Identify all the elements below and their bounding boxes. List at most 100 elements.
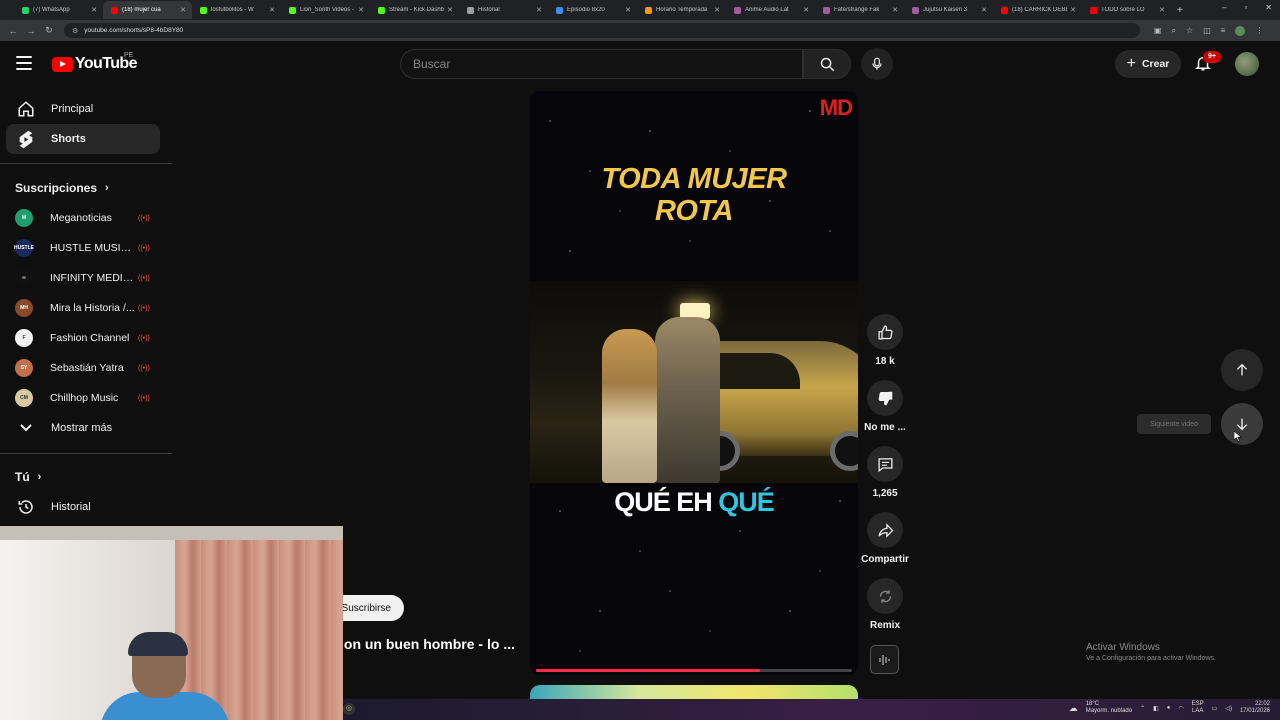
create-button[interactable]: + Crear [1115, 50, 1181, 78]
browser-tab[interactable]: (7) WhatsApp ✕ [14, 1, 103, 19]
tab-close-icon[interactable]: ✕ [981, 6, 987, 14]
tab-close-icon[interactable]: ✕ [1159, 6, 1165, 14]
browser-tab[interactable]: Lion_Sonth Videos - ✕ [281, 1, 370, 19]
tab-label: Episodio 8x20 [567, 7, 605, 13]
wifi-icon[interactable]: ◠ [1178, 705, 1183, 712]
short-video-player[interactable]: MD TODA MUJER ROTA QUÉ EH QUÉ [530, 91, 858, 675]
next-video-button[interactable] [1221, 403, 1263, 445]
video-progress-bar[interactable] [536, 669, 852, 672]
zoom-icon[interactable]: ⌕ [1172, 26, 1176, 36]
browser-tab[interactable]: Episodio 8x20 ✕ [548, 1, 637, 19]
browser-tab[interactable]: Horario Temporada ✕ [637, 1, 726, 19]
browser-tab[interactable]: Jujutsu Kaisen 3 ✕ [904, 1, 993, 19]
tab-close-icon[interactable]: ✕ [269, 6, 275, 14]
next-short-preview[interactable] [530, 685, 858, 699]
remix-action: Remix [866, 578, 904, 631]
tabs-container: (7) WhatsApp ✕ (18) mujer cua ✕ losfutbolito… [14, 1, 1171, 19]
volume-icon[interactable]: ◁) [1225, 705, 1232, 712]
search-input[interactable] [401, 50, 802, 78]
menu-icon[interactable] [16, 56, 32, 70]
subscription-channel-item[interactable]: ∞ INFINITY MEDIA ... ((•)) [6, 263, 160, 293]
previous-video-button[interactable] [1221, 349, 1263, 391]
new-tab-icon[interactable]: + [1177, 5, 1183, 16]
tab-close-icon[interactable]: ✕ [536, 6, 542, 14]
site-info-icon[interactable]: ⚙ [72, 27, 78, 35]
dislike-label: No me ... [864, 422, 906, 433]
browser-tab[interactable]: losfutbolitos - W ✕ [192, 1, 281, 19]
tab-close-icon[interactable]: ✕ [714, 6, 720, 14]
account-avatar[interactable] [1235, 52, 1259, 76]
youtube-logo[interactable]: YouTube PE [52, 52, 137, 73]
tab-close-icon[interactable]: ✕ [625, 6, 631, 14]
you-heading[interactable]: Tú › [15, 470, 41, 484]
maximize-icon[interactable]: ▫ [1244, 3, 1247, 12]
show-more-button[interactable]: Mostrar más [6, 413, 160, 443]
tab-close-icon[interactable]: ✕ [358, 6, 364, 14]
language-indicator[interactable]: ESP LAA [1192, 701, 1204, 715]
subscription-channel-item[interactable]: CM Chillhop Music ((•)) [6, 383, 160, 413]
remix-button[interactable] [867, 578, 903, 614]
browser-tab[interactable]: Stream - Kick Dashb ✕ [370, 1, 459, 19]
subscriptions-heading[interactable]: Suscripciones › [15, 181, 109, 195]
chevron-down-icon [16, 423, 36, 433]
comments-button[interactable] [867, 446, 903, 482]
tab-close-icon[interactable]: ✕ [892, 6, 898, 14]
share-button[interactable] [867, 512, 903, 548]
browser-tab[interactable]: (18) CARRICK DEBE ✕ [993, 1, 1082, 19]
subscription-channel-item[interactable]: MH Mira la Historia /... ((•)) [6, 293, 160, 323]
next-video-tooltip: Siguiente video [1137, 414, 1211, 434]
dislike-button[interactable] [867, 380, 903, 416]
display-icon[interactable]: ▭ [1212, 705, 1218, 712]
browser-tab[interactable]: Anime Audio Lat ✕ [726, 1, 815, 19]
tray-chevron-icon[interactable]: ⌃ [1140, 705, 1145, 712]
bookmark-star-icon[interactable]: ☆ [1186, 26, 1193, 35]
browser-profile-icon[interactable] [1235, 25, 1246, 36]
create-label: Crear [1141, 58, 1170, 70]
voice-search-button[interactable] [861, 48, 893, 80]
like-button[interactable] [867, 314, 903, 350]
history-icon [16, 498, 36, 516]
you-label: Tú [15, 470, 30, 484]
tab-close-icon[interactable]: ✕ [1070, 6, 1076, 14]
taskbar-clock[interactable]: 22:02 17/01/2026 [1240, 701, 1270, 715]
reload-icon[interactable]: ↻ [40, 25, 58, 36]
close-window-icon[interactable]: ✕ [1265, 3, 1272, 12]
sidebar-item-shorts[interactable]: Shorts [6, 124, 160, 154]
sidebar-item-historial[interactable]: Historial [6, 492, 160, 522]
search-button[interactable] [803, 49, 851, 79]
tab-close-icon[interactable]: ✕ [447, 6, 453, 14]
subscription-channel-item[interactable]: SY Sebastián Yatra ((•)) [6, 353, 160, 383]
tab-label: Anime Audio Lat [745, 7, 789, 13]
tab-close-icon[interactable]: ✕ [91, 6, 97, 14]
search-box [400, 49, 803, 79]
webcam-curtain [175, 526, 343, 720]
extensions-icon[interactable]: ◫ [1203, 26, 1211, 35]
tab-search-icon[interactable]: ≡ [1221, 26, 1226, 35]
lang-bottom: LAA [1191, 708, 1204, 714]
cast-icon[interactable]: ▣ [1154, 26, 1162, 35]
mic-tray-icon[interactable]: ● [1167, 705, 1171, 711]
minimize-icon[interactable]: – [1222, 3, 1226, 12]
browser-tab[interactable]: (18) mujer cua ✕ [103, 1, 192, 19]
tab-close-icon[interactable]: ✕ [180, 6, 186, 14]
subscription-channel-item[interactable]: M Meganoticias ((•)) [6, 203, 160, 233]
tab-label: Historial [478, 7, 500, 13]
notification-badge: 9+ [1203, 51, 1221, 63]
browser-menu-icon[interactable]: ⋮ [1255, 26, 1263, 35]
channel-name: Chillhop Music [50, 392, 119, 404]
url-field[interactable]: ⚙ youtube.com/shorts/sP8-4bD8Y80 [64, 23, 1140, 38]
sidebar-item-principal[interactable]: Principal [6, 94, 160, 124]
browser-tab[interactable]: Historial ✕ [459, 1, 548, 19]
taskbar-app-icon[interactable]: ◎ [343, 703, 355, 715]
audio-track-button[interactable] [870, 645, 899, 674]
weather-widget[interactable]: 18°C Mayorm. nublado [1086, 701, 1132, 715]
browser-tab[interactable]: Fate/strange Fak ✕ [815, 1, 904, 19]
forward-icon[interactable]: → [22, 26, 40, 36]
tab-close-icon[interactable]: ✕ [803, 6, 809, 14]
browser-tab[interactable]: TODO sobre LO ✕ [1082, 1, 1171, 19]
plus-icon: + [1126, 55, 1136, 72]
back-icon[interactable]: ← [4, 26, 22, 36]
subscription-channel-item[interactable]: F Fashion Channel ((•)) [6, 323, 160, 353]
subscription-channel-item[interactable]: HUSTLE HUSTLE MUSIC (... ((•)) [6, 233, 160, 263]
network-icon[interactable]: ◧ [1153, 705, 1159, 712]
